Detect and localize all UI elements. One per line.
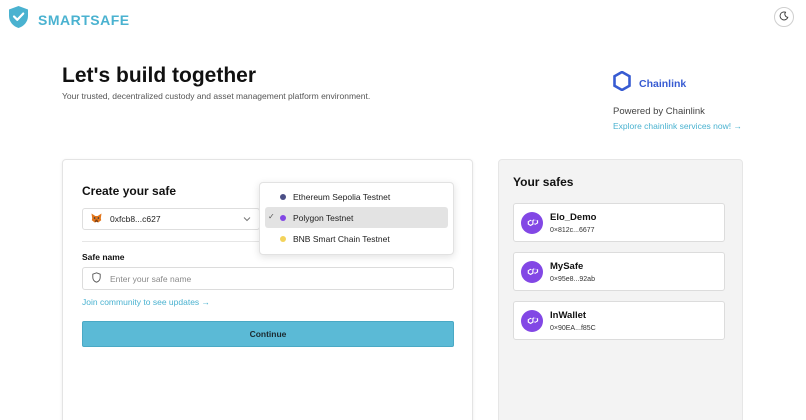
safe-address: 0×812c...6677 [550, 226, 595, 234]
page-subtitle: Your trusted, decentralized custody and … [62, 91, 371, 101]
brand-name: SMARTSAFE [38, 11, 130, 28]
chainlink-brand: Chainlink [613, 70, 742, 96]
network-option-ethereum-sepolia[interactable]: Ethereum Sepolia Testnet [265, 186, 448, 207]
join-community-link[interactable]: Join community to see updates → [82, 297, 210, 307]
polygon-icon [521, 211, 543, 234]
shield-check-icon [8, 5, 29, 34]
safe-name: MySafe [550, 260, 584, 272]
polygon-icon [521, 309, 543, 332]
safe-name: InWallet [550, 309, 587, 321]
safe-address: 0×95e8...92ab [550, 275, 595, 283]
safe-card[interactable]: Elo_Demo 0×812c...6677 [513, 203, 725, 242]
continue-button[interactable]: Continue [82, 321, 454, 347]
shield-icon [92, 270, 101, 288]
network-option-label: BNB Smart Chain Testnet [293, 233, 390, 244]
safe-address: 0×90EA...f85C [550, 324, 596, 332]
safe-card[interactable]: MySafe 0×95e8...92ab [513, 252, 725, 291]
network-color-dot [280, 193, 286, 200]
wallet-address: 0xfcb8...c627 [110, 214, 161, 224]
brand-logo[interactable]: SMARTSAFE [8, 5, 130, 34]
network-color-dot [280, 214, 286, 221]
chevron-down-icon [243, 214, 251, 224]
network-color-dot [280, 235, 286, 242]
network-dropdown-menu: Ethereum Sepolia Testnet ✓ Polygon Testn… [259, 182, 454, 255]
safe-card[interactable]: InWallet 0×90EA...f85C [513, 301, 725, 340]
safe-name-input[interactable] [110, 273, 444, 284]
explore-chainlink-link[interactable]: Explore chainlink services now! → [613, 121, 742, 131]
powered-by-text: Powered by Chainlink [613, 106, 705, 117]
network-option-polygon[interactable]: ✓ Polygon Testnet [265, 207, 448, 228]
network-option-label: Polygon Testnet [293, 212, 354, 223]
metamask-fox-icon [91, 213, 102, 225]
theme-toggle-button[interactable] [774, 7, 794, 27]
safe-name-field[interactable] [82, 267, 454, 290]
moon-icon [779, 8, 789, 26]
your-safes-panel: Your safes Elo_Demo 0×812c...6677 MySafe… [498, 159, 743, 420]
your-safes-title: Your safes [513, 175, 574, 189]
chainlink-block: Chainlink Powered by Chainlink Explore c… [613, 70, 742, 131]
network-option-bnb[interactable]: BNB Smart Chain Testnet [265, 228, 448, 249]
checkmark-icon: ✓ [268, 212, 275, 221]
chainlink-name: Chainlink [639, 77, 687, 90]
polygon-icon [521, 260, 543, 283]
network-option-label: Ethereum Sepolia Testnet [293, 191, 391, 202]
page-title: Let's build together [62, 64, 256, 87]
safe-name-label: Safe name [82, 252, 125, 262]
top-bar: SMARTSAFE [0, 0, 806, 36]
wallet-selector[interactable]: 0xfcb8...c627 [82, 208, 260, 230]
safe-name: Elo_Demo [550, 211, 597, 223]
create-safe-title: Create your safe [82, 184, 177, 198]
chainlink-hexagon-icon [613, 70, 631, 96]
